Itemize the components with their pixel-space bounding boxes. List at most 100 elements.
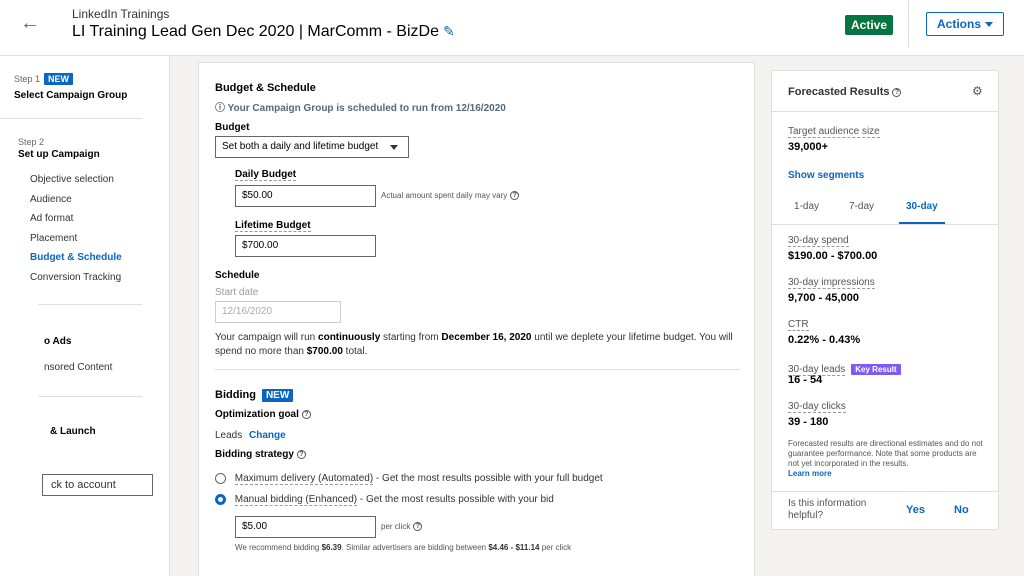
summary-amount: $700.00: [306, 346, 343, 357]
sidebar-item-objective[interactable]: Objective selection: [30, 174, 114, 185]
help-icon[interactable]: ?: [413, 522, 423, 532]
daily-budget-input[interactable]: $50.00: [235, 185, 376, 207]
start-date-input: 12/16/2020: [215, 301, 341, 323]
disclaimer-text: Forecasted results are directional estim…: [788, 439, 983, 468]
actions-label: Actions: [937, 17, 982, 31]
tab-30-day[interactable]: 30-day: [906, 201, 938, 212]
header-divider: [908, 0, 909, 48]
budget-type-select[interactable]: Set both a daily and lifetime budget: [215, 136, 409, 158]
learn-more-link[interactable]: Learn more: [788, 469, 988, 479]
metric-impressions-label: 30-day impressions: [788, 277, 875, 289]
budget-section-title: Budget & Schedule: [215, 82, 316, 94]
metric-clicks-label: 30-day clicks: [788, 401, 846, 413]
bid-amount-input[interactable]: $5.00: [235, 516, 376, 538]
sidebar-divider: [0, 118, 142, 119]
lifetime-budget-input[interactable]: $700.00: [235, 235, 376, 257]
step2-title[interactable]: Set up Campaign: [18, 149, 100, 160]
top-header: ← LinkedIn Trainings LI Training Lead Ge…: [0, 0, 1024, 56]
summary-text: Your campaign will run: [215, 332, 319, 343]
bid-option-manual[interactable]: Manual bidding (Enhanced) - Get the most…: [215, 494, 554, 507]
schedule-info: ⓘ Your Campaign Group is scheduled to ru…: [215, 99, 506, 114]
back-to-account-button[interactable]: ck to account: [42, 474, 153, 496]
daily-budget-hint: Actual amount spent daily may vary?: [381, 191, 520, 201]
metric-clicks-value: 39 - 180: [788, 416, 829, 428]
audience-size-value: 39,000+: [788, 141, 829, 153]
actions-button[interactable]: Actions: [926, 12, 1004, 36]
radio-button-selected[interactable]: [215, 494, 226, 505]
bidding-strategy-text: Bidding strategy: [215, 449, 294, 460]
radio-button[interactable]: [215, 473, 226, 484]
budget-summary: Your campaign will run continuously star…: [215, 331, 740, 359]
summary-date: December 16, 2020: [441, 332, 532, 343]
pencil-icon[interactable]: ✎: [443, 23, 455, 40]
optimization-goal-value: Leads Change: [215, 430, 286, 441]
metric-impressions-value: 9,700 - 45,000: [788, 292, 859, 304]
schedule-info-text: Your Campaign Group is scheduled to run …: [227, 103, 506, 114]
campaign-title: LI Training Lead Gen Dec 2020 | MarComm …: [72, 23, 455, 41]
sidebar-item-sponsored-content[interactable]: nsored Content: [44, 362, 112, 373]
step1-title[interactable]: Select Campaign Group: [14, 90, 127, 101]
step1-label-text: Step 1: [14, 74, 41, 84]
option-desc: - Get the most results possible with you…: [357, 494, 554, 506]
bid-recommendation: We recommend bidding $6.39. Similar adve…: [235, 543, 571, 552]
bidding-title-text: Bidding: [215, 389, 256, 401]
summary-text: starting from: [380, 332, 442, 343]
forecasted-results-panel: Forecasted Results? ⚙ Target audience si…: [771, 70, 999, 530]
metric-ctr-value: 0.22% - 0.43%: [788, 334, 861, 346]
arrow-left-icon[interactable]: ←: [18, 12, 42, 36]
forecast-disclaimer: Forecasted results are directional estim…: [788, 439, 988, 479]
daily-budget-hint-text: Actual amount spent daily may vary: [381, 191, 508, 200]
tab-7-day[interactable]: 7-day: [849, 201, 874, 212]
step4-title[interactable]: & Launch: [50, 426, 96, 437]
helpful-yes-button[interactable]: Yes: [906, 504, 925, 516]
forecast-title: Forecasted Results?: [788, 86, 902, 98]
budget-label: Budget: [215, 122, 250, 133]
account-name: LinkedIn Trainings: [72, 7, 170, 21]
sidebar-item-placement[interactable]: Placement: [30, 233, 77, 244]
sidebar-divider: [38, 304, 142, 305]
show-segments-link[interactable]: Show segments: [788, 170, 864, 181]
help-icon[interactable]: ?: [296, 449, 306, 459]
help-icon[interactable]: ?: [510, 191, 520, 201]
forecast-divider: [772, 224, 998, 225]
gear-icon[interactable]: ⚙: [972, 84, 983, 98]
rec-text: per click: [539, 543, 572, 552]
section-divider: [215, 369, 740, 370]
campaign-title-text: LI Training Lead Gen Dec 2020 | MarComm …: [72, 23, 439, 40]
steps-sidebar: Step 1 NEW Select Campaign Group Step 2 S…: [0, 56, 170, 576]
campaign-settings-panel: Budget & Schedule ⓘ Your Campaign Group …: [198, 62, 755, 576]
info-icon: ⓘ: [215, 103, 225, 114]
summary-emphasis: continuously: [318, 332, 381, 343]
step3-title[interactable]: o Ads: [44, 336, 71, 347]
bid-option-max-delivery[interactable]: Maximum delivery (Automated) - Get the m…: [215, 473, 603, 486]
bidding-strategy-label: Bidding strategy?: [215, 449, 306, 460]
forecast-title-text: Forecasted Results: [788, 86, 890, 98]
help-icon[interactable]: ?: [892, 87, 902, 97]
sidebar-item-conversion-tracking[interactable]: Conversion Tracking: [30, 272, 121, 283]
step1-label: Step 1 NEW: [14, 73, 74, 85]
helpful-no-button[interactable]: No: [954, 504, 969, 516]
option-desc: - Get the most results possible with you…: [373, 473, 603, 485]
option-name: Manual bidding (Enhanced): [234, 494, 358, 507]
lifetime-budget-label: Lifetime Budget: [235, 220, 311, 232]
step2-label: Step 2: [18, 137, 45, 147]
optimization-goal-text: Optimization goal: [215, 409, 299, 420]
metric-spend-value: $190.00 - $700.00: [788, 250, 878, 262]
audience-size-label: Target audience size: [788, 126, 880, 138]
help-icon[interactable]: ?: [301, 409, 311, 419]
rec-amount: $6.39: [321, 543, 342, 552]
budget-type-value: Set both a daily and lifetime budget: [222, 141, 379, 152]
bid-unit-text: per click: [381, 522, 411, 531]
metric-ctr-label: CTR: [788, 319, 809, 331]
sidebar-item-ad-format[interactable]: Ad format: [30, 213, 73, 224]
sidebar-divider: [38, 396, 142, 397]
sidebar-item-budget-schedule[interactable]: Budget & Schedule: [30, 252, 122, 263]
rec-text: . Similar advertisers are bidding betwee…: [341, 543, 489, 552]
change-goal-link[interactable]: Change: [249, 430, 286, 441]
new-badge: NEW: [44, 73, 74, 85]
tab-1-day[interactable]: 1-day: [794, 201, 819, 212]
start-date-label: Start date: [215, 287, 259, 298]
forecast-divider: [772, 111, 998, 112]
sidebar-item-audience[interactable]: Audience: [30, 194, 72, 205]
bid-unit: per click?: [381, 522, 423, 532]
